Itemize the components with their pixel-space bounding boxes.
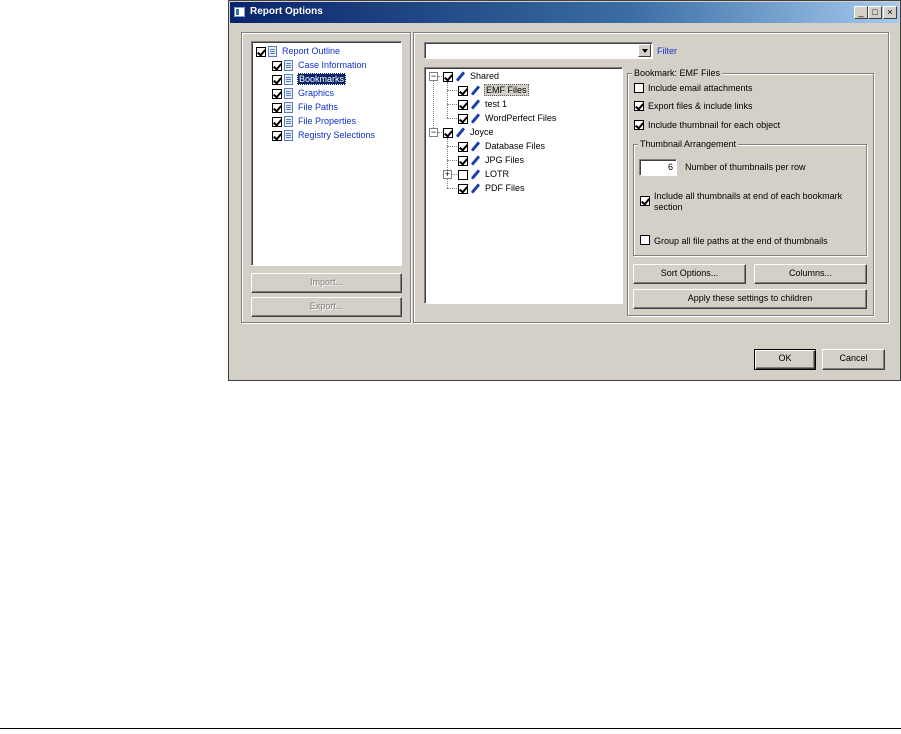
bookmark-group-title: Bookmark: EMF Files <box>632 68 723 78</box>
pen-icon <box>455 72 465 82</box>
pen-icon <box>470 184 480 194</box>
tree-item-emf-files[interactable]: EMF Files <box>484 84 529 96</box>
outline-root-label[interactable]: Report Outline <box>282 46 340 56</box>
window-title: Report Options <box>250 6 323 17</box>
export-files-label[interactable]: Export files & include links <box>648 101 753 111</box>
pen-icon <box>470 100 480 110</box>
joyce-checkbox[interactable] <box>443 128 453 138</box>
page-rule <box>0 728 901 729</box>
thumbs-per-row-label: Number of thumbnails per row <box>685 162 806 172</box>
outline-item-checkbox[interactable] <box>272 117 282 127</box>
pen-icon <box>470 86 480 96</box>
tree-node-shared[interactable]: Shared <box>470 71 499 81</box>
outline-item-registry-selections[interactable]: Registry Selections <box>298 130 375 140</box>
outline-item-file-paths[interactable]: File Paths <box>298 102 338 112</box>
report-options-dialog: Report Options _ □ × Report Outline Case… <box>228 0 901 381</box>
collapse-expander[interactable]: − <box>429 72 438 81</box>
tree-item-lotr[interactable]: LOTR <box>485 169 509 179</box>
tree-item-checkbox[interactable] <box>458 100 468 110</box>
document-icon <box>284 88 293 99</box>
include-thumbnail-checkbox[interactable] <box>634 120 644 130</box>
outline-item-checkbox[interactable] <box>272 103 282 113</box>
tree-item-test-1[interactable]: test 1 <box>485 99 507 109</box>
tree-item-checkbox[interactable] <box>458 184 468 194</box>
shared-checkbox[interactable] <box>443 72 453 82</box>
columns-button[interactable]: Columns... <box>754 264 867 284</box>
outline-item-case-information[interactable]: Case Information <box>298 60 367 70</box>
thumbnail-group-title: Thumbnail Arrangement <box>638 139 739 149</box>
outline-item-file-properties[interactable]: File Properties <box>298 116 356 126</box>
window-icon <box>234 7 245 17</box>
include-all-thumbs-label-line2[interactable]: section <box>654 202 683 212</box>
outline-item-checkbox[interactable] <box>272 89 282 99</box>
tree-item-checkbox[interactable] <box>458 86 468 96</box>
tree-line <box>447 104 457 105</box>
document-icon <box>284 74 293 85</box>
expand-expander[interactable]: + <box>443 170 452 179</box>
tree-line <box>447 82 448 118</box>
minimize-button[interactable]: _ <box>854 6 868 19</box>
outline-tree[interactable]: Report Outline Case Information Bookmark… <box>251 41 402 266</box>
thumbs-per-row-input[interactable]: 6 <box>639 159 677 176</box>
include-all-thumbs-checkbox[interactable] <box>640 196 650 206</box>
tree-line <box>447 160 457 161</box>
pen-icon <box>455 128 465 138</box>
tree-line <box>447 118 457 119</box>
outline-item-graphics[interactable]: Graphics <box>298 88 334 98</box>
bookmark-tree[interactable]: − Shared EMF Files test 1 WordPerfect Fi… <box>424 67 623 304</box>
document-icon <box>284 60 293 71</box>
pen-icon <box>470 142 480 152</box>
tree-line <box>447 90 457 91</box>
tree-item-checkbox[interactable] <box>458 114 468 124</box>
tree-item-checkbox[interactable] <box>458 142 468 152</box>
group-paths-label[interactable]: Group all file paths at the end of thumb… <box>654 236 828 246</box>
import-button[interactable]: Import... <box>251 273 402 293</box>
include-thumbnail-label[interactable]: Include thumbnail for each object <box>648 120 780 130</box>
tree-line <box>452 174 457 175</box>
filter-combobox[interactable] <box>424 42 653 59</box>
group-paths-checkbox[interactable] <box>640 235 650 245</box>
chevron-down-icon[interactable] <box>638 44 651 57</box>
outline-item-checkbox[interactable] <box>272 131 282 141</box>
sort-options-button[interactable]: Sort Options... <box>633 264 746 284</box>
outline-item-checkbox[interactable] <box>272 61 282 71</box>
ok-button[interactable]: OK <box>754 349 816 370</box>
tree-item-wordperfect-files[interactable]: WordPerfect Files <box>485 113 556 123</box>
document-icon <box>284 102 293 113</box>
filter-link[interactable]: Filter <box>657 46 677 56</box>
outline-item-bookmarks[interactable]: Bookmarks <box>297 73 347 85</box>
apply-to-children-button[interactable]: Apply these settings to children <box>633 289 867 309</box>
tree-line <box>447 188 457 189</box>
document-icon <box>284 116 293 127</box>
outline-root-checkbox[interactable] <box>256 47 266 57</box>
tree-item-jpg-files[interactable]: JPG Files <box>485 155 524 165</box>
maximize-button[interactable]: □ <box>868 6 882 19</box>
document-icon <box>284 130 293 141</box>
pen-icon <box>470 156 480 166</box>
outline-item-checkbox[interactable] <box>272 75 282 85</box>
pen-icon <box>470 114 480 124</box>
export-button[interactable]: Export... <box>251 297 402 317</box>
collapse-expander[interactable]: − <box>429 128 438 137</box>
include-email-label[interactable]: Include email attachments <box>648 83 753 93</box>
tree-node-joyce[interactable]: Joyce <box>470 127 494 137</box>
include-email-checkbox[interactable] <box>634 83 644 93</box>
tree-item-checkbox[interactable] <box>458 156 468 166</box>
cancel-button[interactable]: Cancel <box>822 349 885 370</box>
include-all-thumbs-label-line1[interactable]: Include all thumbnails at end of each bo… <box>654 191 842 201</box>
tree-item-database-files[interactable]: Database Files <box>485 141 545 151</box>
close-button[interactable]: × <box>883 6 897 19</box>
title-bar[interactable]: Report Options _ □ × <box>230 2 899 23</box>
document-icon <box>268 46 277 57</box>
pen-icon <box>470 170 480 180</box>
export-files-checkbox[interactable] <box>634 101 644 111</box>
tree-item-checkbox[interactable] <box>458 170 468 180</box>
tree-item-pdf-files[interactable]: PDF Files <box>485 183 525 193</box>
tree-line <box>447 146 457 147</box>
